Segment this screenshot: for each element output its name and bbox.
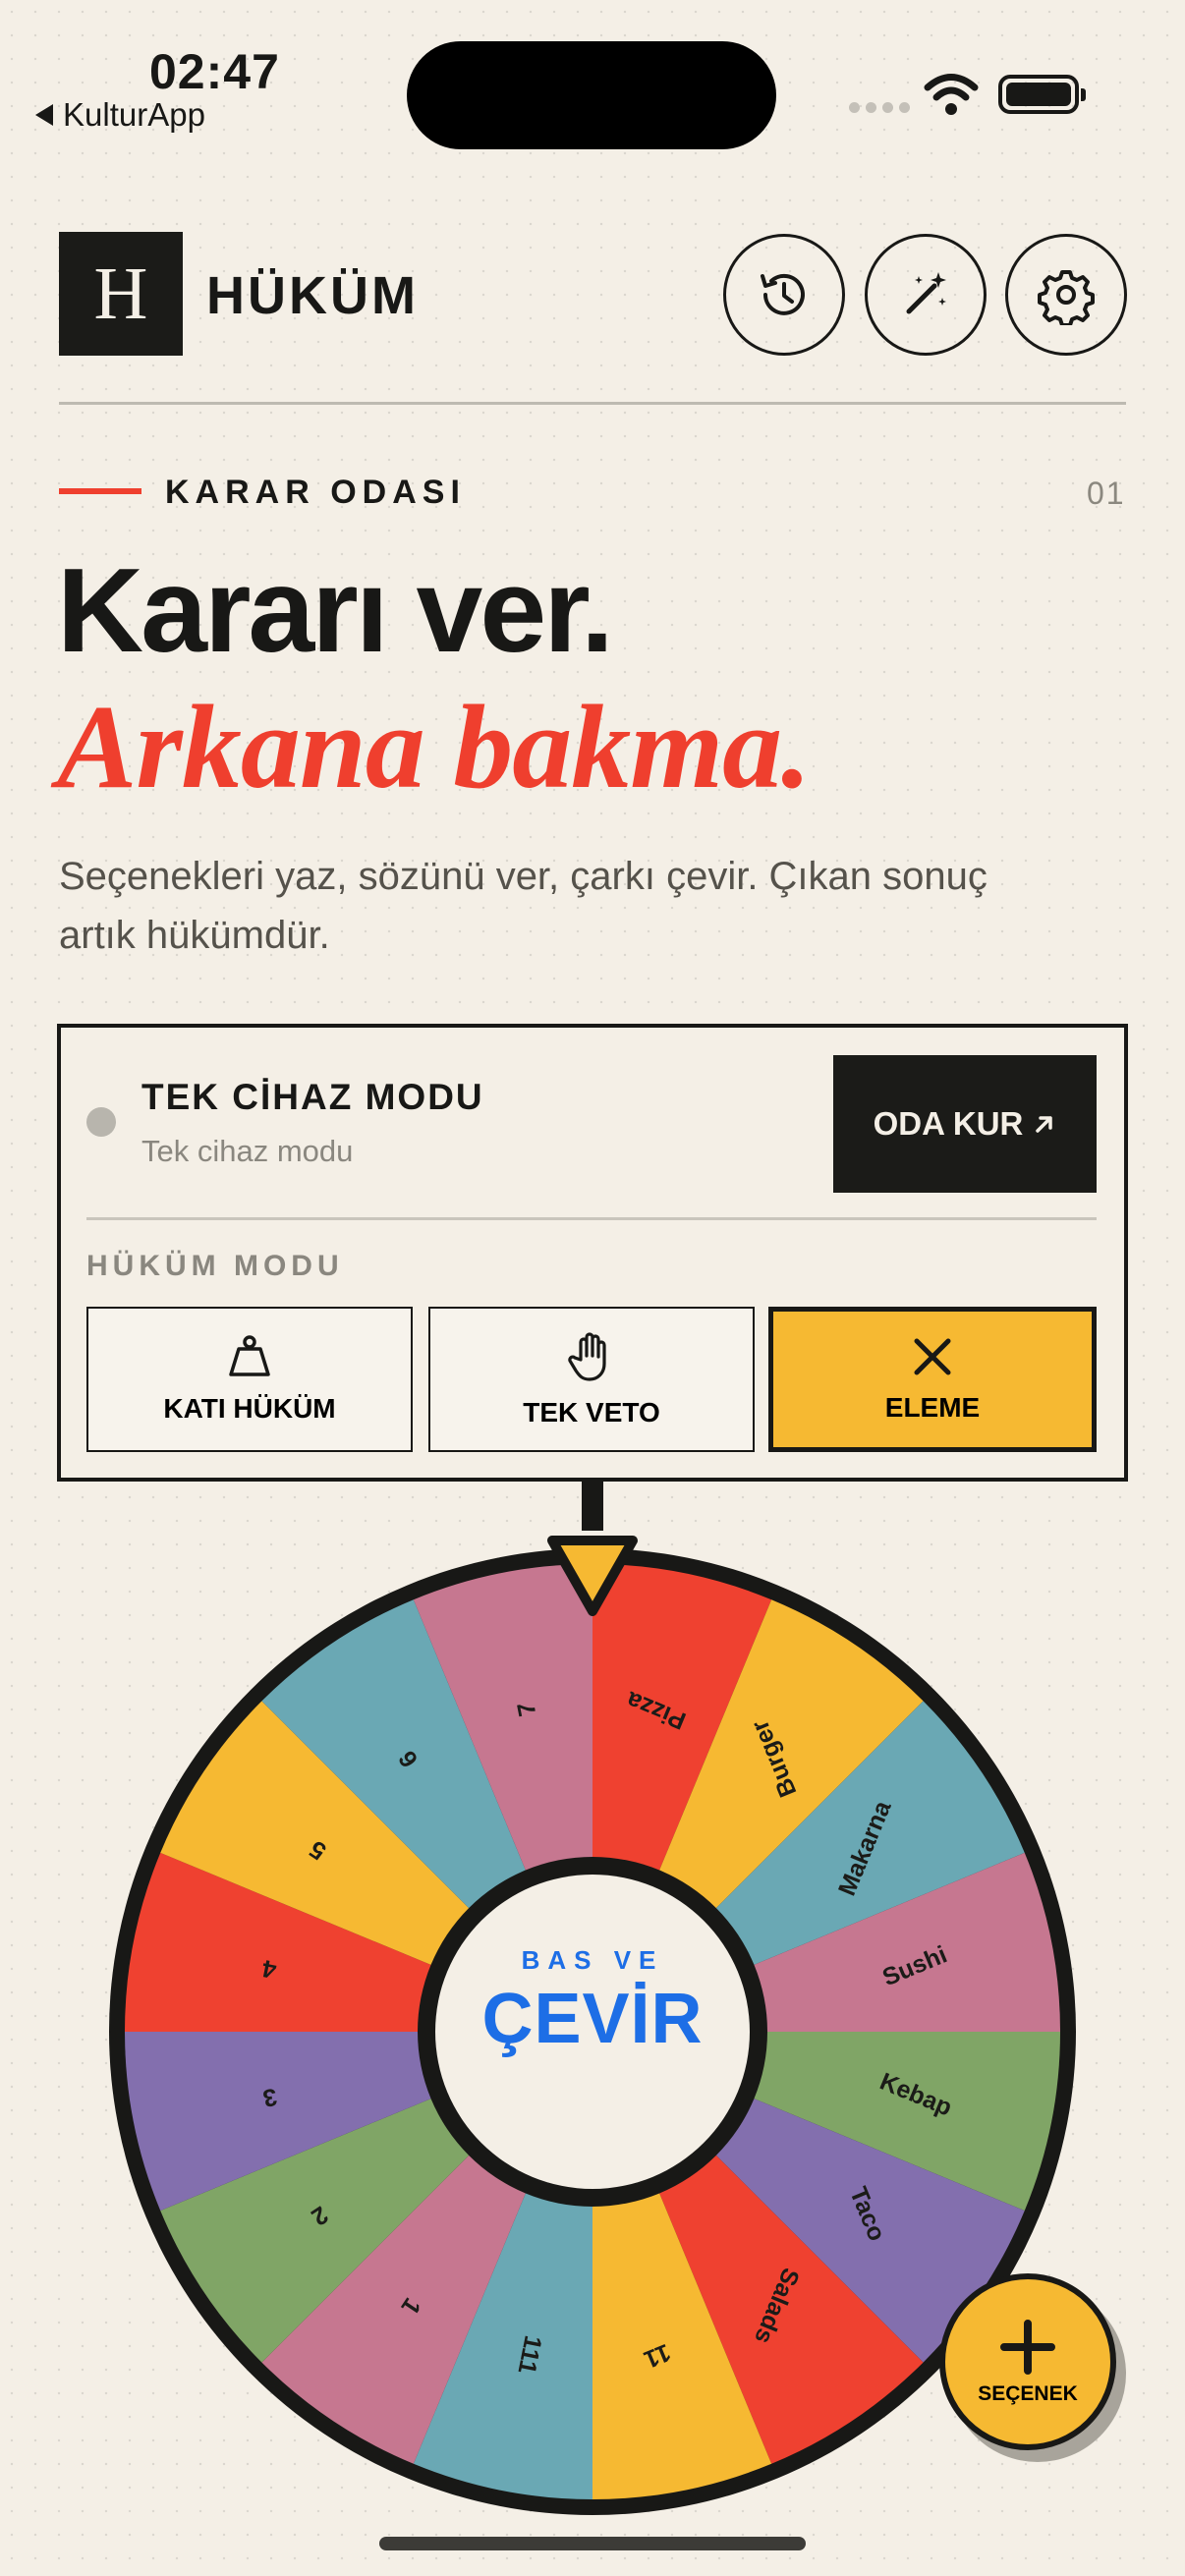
home-indicator <box>379 2537 806 2550</box>
add-option-label: SEÇENEK <box>978 2382 1078 2405</box>
add-option-button[interactable]: SEÇENEK <box>939 2273 1116 2450</box>
decision-wheel[interactable]: PizzaBurgerMakarnaSushiKebapTacoSalads11… <box>0 0 1185 2576</box>
spin-label: ÇEVİR <box>481 1980 704 2058</box>
spin-hint: BAS VE <box>521 1945 664 1975</box>
plus-icon <box>1000 2320 1055 2375</box>
wheel-pointer-stem <box>582 1482 603 1531</box>
